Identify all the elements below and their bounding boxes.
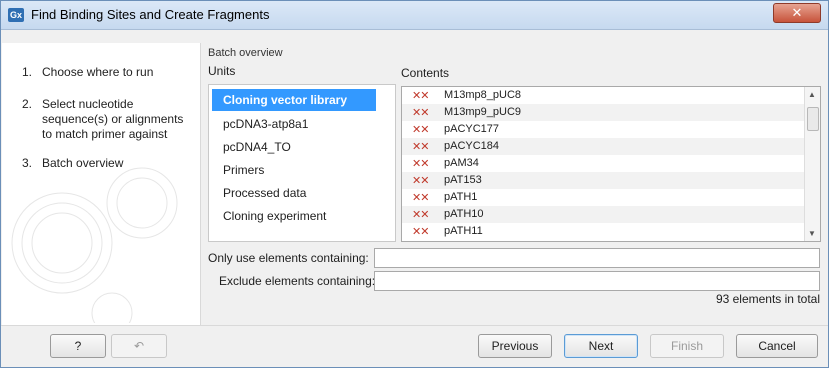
- sequence-icon: ✕✕: [412, 107, 429, 119]
- sequence-icon: ✕✕: [412, 90, 429, 102]
- unit-item[interactable]: pcDNA3-atp8a1: [223, 117, 308, 131]
- sequence-icon: ✕✕: [412, 226, 429, 238]
- cancel-button[interactable]: Cancel: [736, 334, 818, 358]
- sequence-icon: ✕✕: [412, 209, 429, 221]
- close-button[interactable]: ✕: [773, 3, 821, 23]
- step-label: Select nucleotide sequence(s) or alignme…: [42, 97, 184, 141]
- list-item[interactable]: ✕✕ pATH11: [402, 223, 804, 240]
- exclude-label: Exclude elements containing:: [219, 274, 376, 288]
- scroll-up-arrow-icon[interactable]: ▲: [808, 90, 816, 99]
- decorative-dna-watermark-icon: [11, 167, 178, 323]
- list-item[interactable]: ✕✕ M13mp9_pUC9: [402, 104, 804, 121]
- contents-list[interactable]: ✕✕ M13mp8_pUC8 ✕✕ M13mp9_pUC9 ✕✕ pACYC177 ✕…: [401, 86, 821, 242]
- list-item[interactable]: ✕✕ pACYC177: [402, 121, 804, 138]
- window-title: Find Binding Sites and Create Fragments: [31, 7, 270, 22]
- units-list: Cloning vector library pcDNA3-atp8a1 pcD…: [208, 84, 396, 242]
- step-number: 1.: [22, 65, 33, 79]
- title-bar[interactable]: Gx Find Binding Sites and Create Fragmen…: [1, 1, 828, 30]
- restore-defaults-button[interactable]: ↶: [111, 334, 167, 358]
- scrollbar-thumb[interactable]: [807, 107, 819, 131]
- contents-label: Contents: [401, 66, 450, 80]
- step-number: 2.: [22, 97, 33, 111]
- dialog-window: Gx Find Binding Sites and Create Fragmen…: [0, 0, 829, 368]
- unit-item[interactable]: Cloning vector library: [212, 89, 376, 111]
- list-item[interactable]: ✕✕ pACYC184: [402, 138, 804, 155]
- next-button[interactable]: Next: [564, 334, 638, 358]
- unit-item[interactable]: Cloning experiment: [223, 209, 326, 223]
- list-item[interactable]: ✕✕ pAM34: [402, 155, 804, 172]
- list-item[interactable]: ✕✕ M13mp8_pUC8: [402, 87, 804, 104]
- only-use-input[interactable]: [374, 248, 820, 268]
- sequence-icon: ✕✕: [412, 192, 429, 204]
- sequence-icon: ✕✕: [412, 141, 429, 153]
- list-item[interactable]: ✕✕ pATH10: [402, 206, 804, 223]
- sequence-icon: ✕✕: [412, 124, 429, 136]
- elements-total: 93 elements in total: [715, 292, 820, 306]
- units-label: Units: [208, 64, 236, 78]
- help-button[interactable]: ?: [50, 334, 106, 358]
- app-icon: Gx: [8, 8, 24, 22]
- scroll-down-arrow-icon[interactable]: ▼: [808, 229, 816, 238]
- unit-item[interactable]: pcDNA4_TO: [223, 140, 291, 154]
- exclude-input[interactable]: [374, 271, 820, 291]
- footer-divider: [1, 325, 828, 326]
- unit-item[interactable]: Processed data: [223, 186, 306, 200]
- sequence-icon: ✕✕: [412, 158, 429, 170]
- unit-item[interactable]: Primers: [223, 163, 264, 177]
- contents-scrollbar[interactable]: ▲ ▼: [804, 87, 820, 241]
- list-item[interactable]: ✕✕ pATH1: [402, 189, 804, 206]
- only-use-label: Only use elements containing:: [208, 251, 369, 265]
- finish-button[interactable]: Finish: [650, 334, 724, 358]
- previous-button[interactable]: Previous: [478, 334, 552, 358]
- section-title: Batch overview: [208, 47, 283, 59]
- sequence-icon: ✕✕: [412, 175, 429, 187]
- wizard-steps-panel: 1. Choose where to run 2. Select nucleot…: [2, 43, 201, 325]
- step-label: Choose where to run: [42, 65, 154, 79]
- restore-icon: ↶: [133, 339, 145, 353]
- list-item[interactable]: ✕✕ pAT153: [402, 172, 804, 189]
